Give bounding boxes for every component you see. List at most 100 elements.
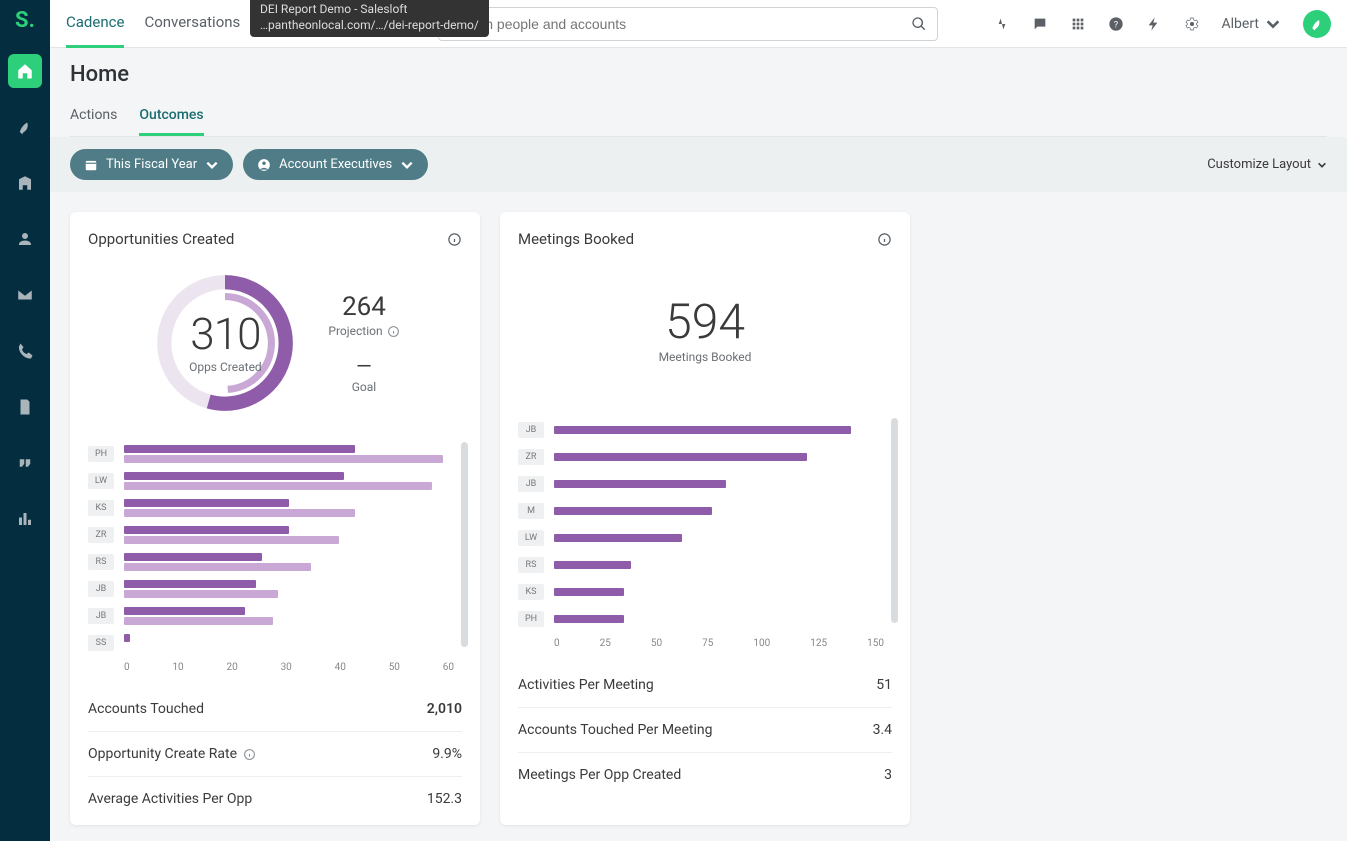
bar-label: ZR (518, 449, 544, 465)
axis-tick: 60 (443, 662, 454, 673)
bar-label: JB (518, 476, 544, 492)
bar-label: RS (518, 557, 544, 573)
opps-projection: 264 Projection — Goal (328, 292, 399, 394)
chart-bar-row: LW (88, 467, 454, 494)
search-input[interactable] (449, 16, 911, 32)
person-icon (16, 230, 34, 248)
settings-icon[interactable] (1184, 16, 1200, 32)
nav-launch[interactable] (8, 110, 42, 144)
axis-tick: 40 (335, 662, 346, 673)
subtab-actions[interactable]: Actions (70, 101, 117, 136)
stat-row: Opportunity Create Rate 9.9% (88, 731, 462, 776)
filter-period-label: This Fiscal Year (106, 157, 197, 172)
stat-label: Accounts Touched (88, 701, 204, 717)
info-icon[interactable] (877, 232, 892, 247)
stat-label: Accounts Touched Per Meeting (518, 722, 712, 738)
tab-conversations[interactable]: Conversations (144, 0, 240, 48)
stat-row: Accounts Touched 2,010 (88, 687, 462, 731)
page-title: Home (70, 62, 1327, 87)
meetings-hero-value: 594 (665, 298, 745, 346)
chart-bar-row: M (518, 497, 884, 524)
chart-bar-row: LW (518, 524, 884, 551)
chevron-down-icon (205, 158, 219, 172)
axis-tick: 125 (810, 638, 827, 649)
opps-stats: Accounts Touched 2,010 Opportunity Creat… (70, 681, 480, 825)
tab-cadence[interactable]: Cadence (66, 0, 124, 48)
chart-axis: 0255075100125150 (554, 638, 884, 649)
card-opportunities-created: Opportunities Created 310 Opps Created (70, 212, 480, 825)
chart-bar-row: RS (518, 551, 884, 578)
info-icon[interactable] (447, 232, 462, 247)
stat-value: 9.9% (432, 746, 462, 762)
activity-icon[interactable] (994, 16, 1010, 32)
nav-calls[interactable] (8, 334, 42, 368)
filter-role[interactable]: Account Executives (243, 149, 428, 180)
stat-value: 51 (876, 677, 892, 693)
sub-tabs: Actions Outcomes (70, 101, 1327, 137)
bar-label: RS (88, 554, 114, 570)
user-name: Albert (1222, 16, 1260, 32)
goal-label: Goal (352, 380, 376, 394)
stat-value: 152.3 (427, 791, 462, 807)
user-menu[interactable]: Albert (1222, 16, 1282, 32)
chevron-down-icon (400, 158, 414, 172)
nav-people[interactable] (8, 222, 42, 256)
nav-home[interactable] (8, 54, 42, 88)
axis-tick: 0 (554, 638, 560, 649)
page-header: Home Actions Outcomes (50, 48, 1347, 137)
bar-label: PH (518, 611, 544, 627)
filter-role-label: Account Executives (279, 157, 392, 172)
svg-text:?: ? (1113, 19, 1118, 30)
help-icon[interactable]: ? (1108, 16, 1124, 32)
bar-label: KS (88, 500, 114, 516)
search-box[interactable] (438, 7, 938, 41)
apps-grid-icon[interactable] (1070, 16, 1086, 32)
nav-analytics[interactable] (8, 502, 42, 536)
goal-value: — (356, 354, 372, 378)
document-icon (16, 398, 34, 416)
chart-bar-row: SS (88, 629, 454, 656)
info-icon[interactable] (243, 748, 256, 761)
chart-scrollbar[interactable] (891, 418, 898, 623)
chart-bar-row: ZR (518, 443, 884, 470)
filter-period[interactable]: This Fiscal Year (70, 149, 233, 180)
axis-tick: 20 (227, 662, 238, 673)
stat-label: Activities Per Meeting (518, 677, 654, 693)
axis-tick: 30 (281, 662, 292, 673)
bar-label: ZR (88, 527, 114, 543)
bar-chart-icon (16, 510, 34, 528)
customize-layout-button[interactable]: Customize Layout (1207, 157, 1327, 172)
avatar[interactable] (1303, 10, 1331, 38)
page-scroll[interactable]: Home Actions Outcomes This Fiscal Year A… (50, 48, 1347, 841)
axis-tick: 100 (753, 638, 770, 649)
nav-templates[interactable] (8, 390, 42, 424)
stat-label: Meetings Per Opp Created (518, 767, 681, 783)
subtab-outcomes[interactable]: Outcomes (139, 101, 203, 136)
brand-logo: S. (13, 8, 37, 32)
opps-donut: 310 Opps Created (150, 268, 300, 418)
chart-bar-row: ZR (88, 521, 454, 548)
opps-bar-chart: PH LW KS ZR RS (70, 430, 480, 681)
bar-label: PH (88, 446, 114, 462)
axis-tick: 50 (651, 638, 662, 649)
rocket-icon (1309, 16, 1325, 32)
filter-bar: This Fiscal Year Account Executives Cust… (50, 137, 1347, 192)
chat-icon[interactable] (1032, 16, 1048, 32)
chart-bar-row: PH (518, 605, 884, 632)
bar-label: JB (88, 608, 114, 624)
meetings-hero-label: Meetings Booked (659, 350, 752, 364)
axis-tick: 25 (600, 638, 611, 649)
bar-label: LW (518, 530, 544, 546)
chart-bar-row: JB (88, 575, 454, 602)
chart-bar-row: KS (88, 494, 454, 521)
nav-accounts[interactable] (8, 166, 42, 200)
chart-scrollbar[interactable] (461, 442, 468, 647)
chart-bar-row: JB (88, 602, 454, 629)
bolt-icon[interactable] (1146, 16, 1162, 32)
mail-icon (16, 286, 34, 304)
bar-label: JB (518, 422, 544, 438)
nav-quotes[interactable] (8, 446, 42, 480)
info-icon[interactable] (387, 325, 400, 338)
chart-axis: 0102030405060 (124, 662, 454, 673)
nav-email[interactable] (8, 278, 42, 312)
